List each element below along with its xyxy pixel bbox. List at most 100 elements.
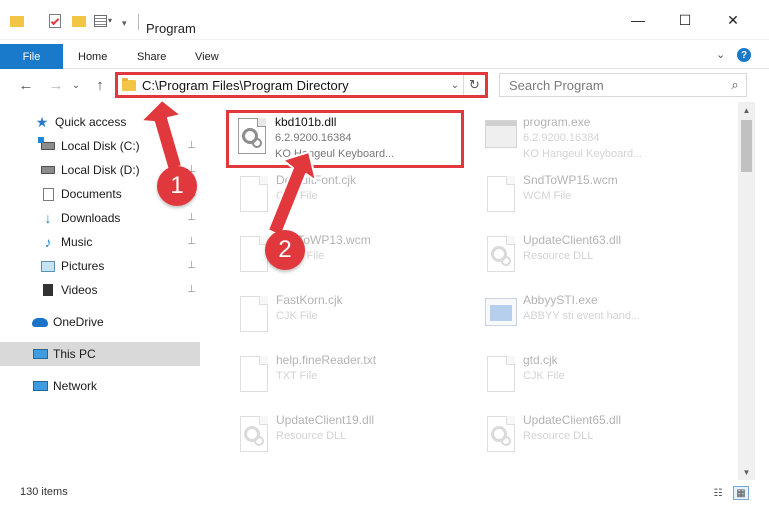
tab-share[interactable]: Share — [137, 44, 166, 69]
pin-icon: ⊥ — [187, 236, 196, 247]
file-name: kbd101b.dll — [275, 115, 337, 129]
vertical-scrollbar[interactable]: ▲ ▼ — [738, 102, 755, 480]
pin-icon: ⊥ — [187, 140, 196, 151]
search-input[interactable] — [500, 77, 724, 93]
sidebar-item-downloads[interactable]: ↓ Downloads ⊥ — [0, 206, 200, 230]
step-badge-1: 1 — [157, 166, 197, 206]
file-name: AbbyySTI.exe — [523, 293, 598, 307]
pin-icon: ⊥ — [187, 284, 196, 295]
file-type: WCM File — [523, 190, 572, 202]
sidebar-item-local-disk-c[interactable]: Local Disk (C:) ⊥ — [0, 134, 200, 158]
file-item-fastkorn-cjk[interactable]: FastKorn.cjk CJK File — [228, 288, 468, 346]
sidebar-item-label: Music — [61, 235, 93, 249]
sidebar-item-label: Documents — [61, 187, 122, 201]
file-description: KO Hangeul Keyboard... — [275, 148, 395, 160]
up-button[interactable]: ↑ — [90, 75, 110, 95]
sidebar-item-pictures[interactable]: Pictures ⊥ — [0, 254, 200, 278]
navigation-bar: ← → ⌄ ↑ C:\Program Files\Program Directo… — [0, 69, 769, 102]
file-name: SndToWP15.wcm — [523, 173, 618, 187]
navigation-pane: ★ Quick access Local Disk (C:) ⊥ Local D… — [0, 102, 205, 480]
exe-icon — [483, 116, 519, 158]
file-item-program-exe[interactable]: program.exe 6.2.9200.16384 KO Hangeul Ke… — [475, 110, 715, 168]
expand-ribbon-icon[interactable]: ⌄ — [716, 48, 725, 61]
document-icon — [483, 354, 519, 396]
file-item-help-finereader-txt[interactable]: help.fineReader.txt TXT File — [228, 348, 468, 406]
pin-icon: ⊥ — [187, 212, 196, 223]
file-item-updateclient63-dll[interactable]: UpdateClient63.dll Resource DLL — [475, 228, 715, 286]
music-icon: ♪ — [44, 234, 52, 250]
file-name: DefaultFont.cjk — [276, 173, 357, 187]
file-name: FastKorn.cjk — [276, 293, 343, 307]
view-options-icon[interactable]: ▾ — [94, 12, 112, 30]
file-type: Resource DLL — [523, 430, 594, 442]
sidebar-item-quick-access[interactable]: ★ Quick access — [0, 110, 200, 134]
file-name: help.fineReader.txt — [276, 353, 377, 367]
tiles-view-icon[interactable]: ▦ — [733, 486, 749, 500]
file-item-kbd101b-dll[interactable]: kbd101b.dll 6.2.9200.16384 KO Hangeul Ke… — [226, 110, 464, 168]
customize-toolbar-icon[interactable]: ▾ — [122, 18, 132, 36]
dll-gear-icon — [483, 234, 519, 276]
dll-gear-icon — [236, 414, 272, 456]
refresh-button[interactable]: ↻ — [463, 75, 485, 95]
file-item-updateclient19-dll[interactable]: UpdateClient19.dll Resource DLL — [228, 408, 468, 466]
sidebar-item-network[interactable]: Network — [0, 374, 200, 398]
file-type: Resource DLL — [523, 250, 594, 262]
dll-gear-icon — [483, 414, 519, 456]
address-dropdown-icon[interactable]: ⌄ — [447, 80, 463, 91]
scrollbar-thumb[interactable] — [741, 120, 752, 172]
search-icon[interactable]: ⌕ — [724, 77, 746, 93]
sidebar-item-label: Downloads — [61, 211, 121, 225]
document-icon — [483, 174, 519, 216]
file-item-abbyysti-exe[interactable]: AbbyySTI.exe ABBYY sti event hand... — [475, 288, 715, 346]
file-type: CJK File — [276, 310, 318, 322]
scroll-down-icon[interactable]: ▼ — [738, 464, 755, 480]
minimize-button[interactable]: — — [615, 6, 661, 34]
file-type: CJK File — [276, 190, 318, 202]
details-view-icon[interactable]: ☷ — [710, 486, 726, 500]
tab-home[interactable]: Home — [78, 44, 107, 69]
new-folder-icon[interactable] — [72, 12, 86, 30]
videos-icon — [40, 283, 56, 297]
tab-view[interactable]: View — [195, 44, 219, 69]
drive-icon — [40, 163, 56, 177]
file-item-gtd-cjk[interactable]: gtd.cjk CJK File — [475, 348, 715, 406]
ribbon: File Home Share View ⌄ — [0, 40, 769, 69]
address-bar[interactable]: C:\Program Files\Program Directory ⌄ ↻ — [115, 72, 488, 98]
title-separator — [138, 14, 139, 30]
tab-file[interactable]: File — [0, 44, 63, 69]
file-description: KO Hangeul Keyboard... — [523, 148, 643, 160]
network-icon — [32, 379, 48, 393]
sidebar-item-onedrive[interactable]: OneDrive — [0, 310, 200, 334]
file-description: ABBYY sti event hand... — [523, 310, 641, 322]
dll-gear-icon — [234, 116, 270, 158]
file-item-sndtowp13-wcm[interactable]: SndToWP13.wcm WCM File — [228, 228, 468, 286]
back-button[interactable]: ← — [16, 75, 36, 95]
file-name: gtd.cjk — [523, 353, 558, 367]
maximize-button[interactable]: ☐ — [662, 6, 708, 34]
address-path[interactable]: C:\Program Files\Program Directory — [142, 78, 447, 93]
properties-icon[interactable] — [48, 12, 62, 30]
status-bar: 130 items ☷ ▦ — [0, 480, 769, 514]
recent-locations-button[interactable]: ⌄ — [70, 75, 82, 95]
file-type: TXT File — [276, 370, 318, 382]
drive-icon — [38, 137, 56, 153]
document-icon — [236, 174, 272, 216]
title-bar: ▾ ▾ Program — ☐ ✕ — [0, 0, 769, 40]
star-icon: ★ — [35, 113, 49, 130]
help-icon[interactable]: ? — [737, 48, 751, 62]
file-item-updateclient65-dll[interactable]: UpdateClient65.dll Resource DLL — [475, 408, 715, 466]
forward-button[interactable]: → — [46, 75, 66, 95]
pictures-icon — [40, 259, 56, 273]
file-name: program.exe — [523, 115, 591, 129]
downloads-icon: ↓ — [44, 210, 52, 226]
pin-icon: ⊥ — [187, 260, 196, 271]
close-button[interactable]: ✕ — [710, 6, 756, 34]
file-item-defaultfont-cjk[interactable]: DefaultFont.cjk CJK File — [228, 168, 468, 226]
file-item-sndtowp15-wcm[interactable]: SndToWP15.wcm WCM File — [475, 168, 715, 226]
sidebar-item-videos[interactable]: Videos ⊥ — [0, 278, 200, 302]
sidebar-item-this-pc[interactable]: This PC — [0, 342, 200, 366]
scroll-up-icon[interactable]: ▲ — [738, 102, 755, 118]
sidebar-item-music[interactable]: ♪ Music ⊥ — [0, 230, 200, 254]
sidebar-item-label: This PC — [53, 347, 96, 361]
search-box[interactable]: ⌕ — [499, 73, 747, 97]
